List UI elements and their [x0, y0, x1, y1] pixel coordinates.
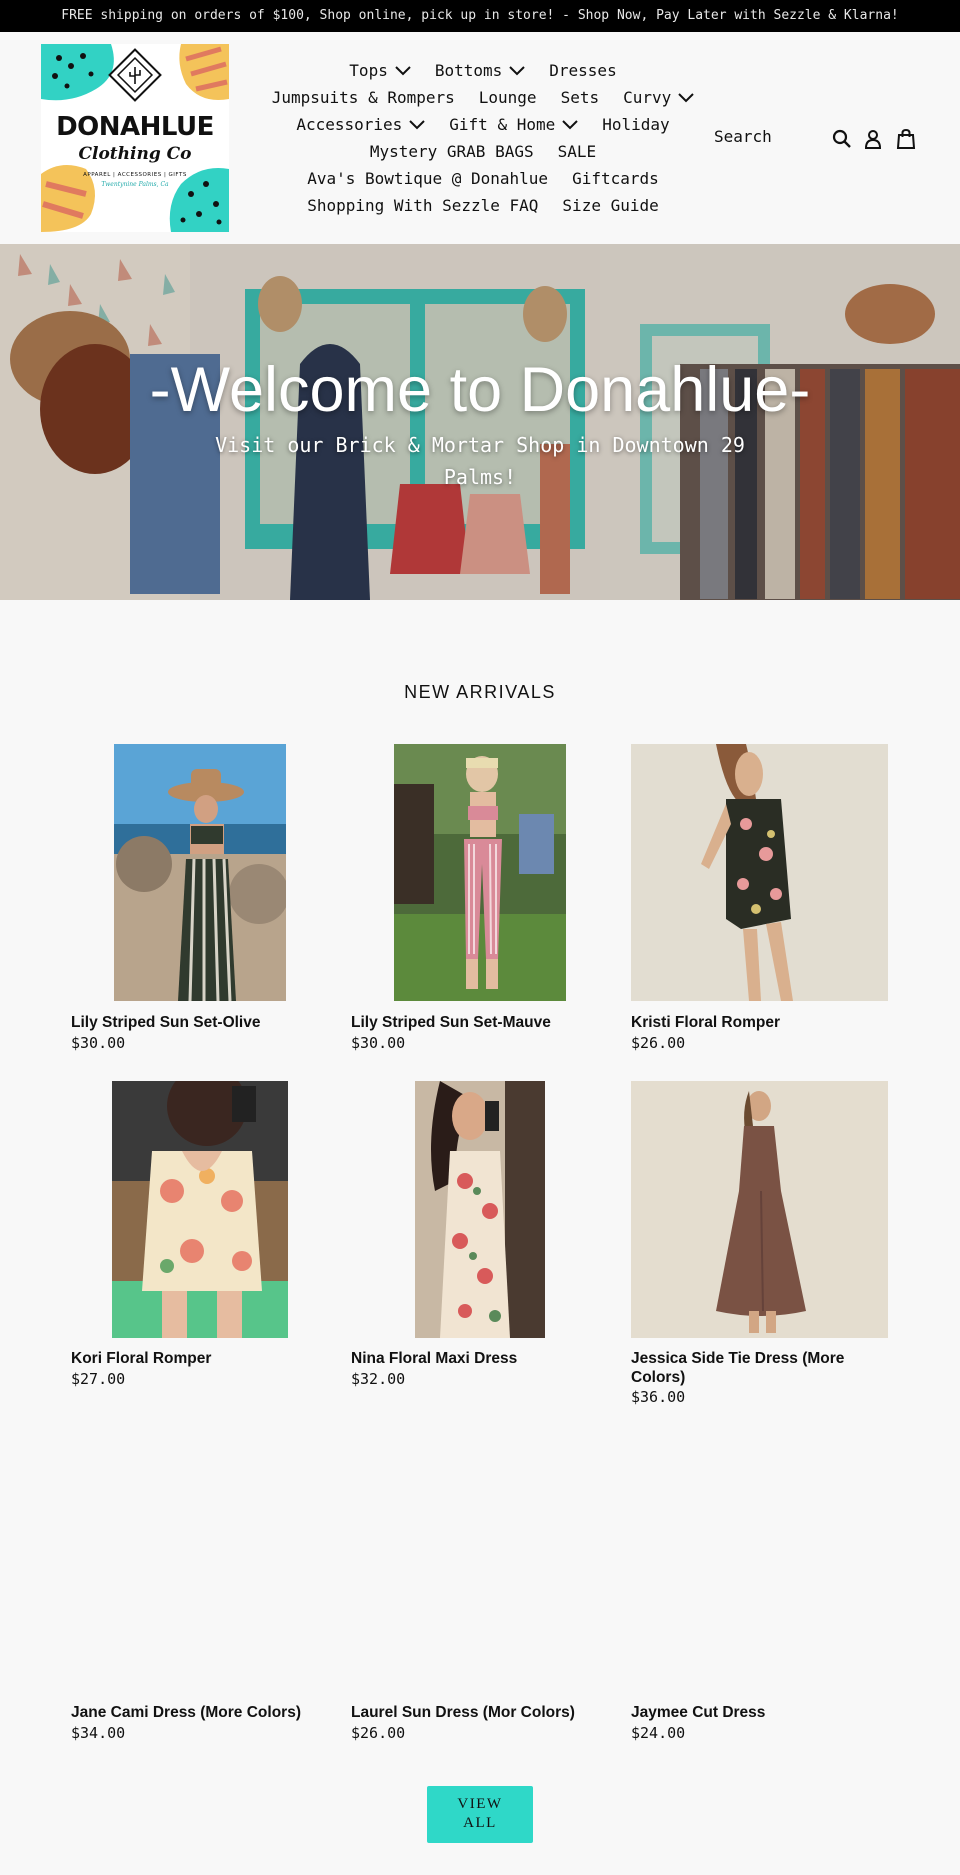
product-name[interactable]: Kori Floral Romper	[71, 1349, 321, 1368]
cart-icon[interactable]	[895, 128, 917, 150]
product-name[interactable]: Nina Floral Maxi Dress	[351, 1349, 601, 1368]
search-link[interactable]: Search	[714, 127, 772, 146]
nav-label: Giftcards	[572, 169, 659, 188]
nav-label: Sets	[560, 88, 600, 107]
nav-item-accessories[interactable]: Accessories	[296, 115, 425, 134]
product-image[interactable]	[112, 1081, 288, 1338]
main-navigation: Tops Bottoms Dresses Jumpsuits & Rompers…	[262, 57, 704, 219]
product-image[interactable]	[415, 1081, 545, 1338]
nav-row: Ava's Bowtique @ Donahlue Giftcards	[262, 165, 704, 192]
nav-row: Shopping With Sezzle FAQ Size Guide	[262, 192, 704, 219]
product-image[interactable]	[394, 744, 566, 1001]
nav-item-sezzle-faq[interactable]: Shopping With Sezzle FAQ	[307, 196, 538, 215]
nav-label: Curvy	[623, 88, 672, 107]
product-name[interactable]: Jane Cami Dress (More Colors)	[71, 1703, 321, 1722]
product-name[interactable]: Kristi Floral Romper	[631, 1013, 881, 1032]
nav-label: Size Guide	[562, 196, 659, 215]
product-price: $36.00	[631, 1388, 686, 1406]
nav-item-mystery-grab-bags[interactable]: Mystery GRAB BAGS	[370, 142, 534, 161]
logo-tagline: APPAREL | ACCESSORIES | GIFTS	[83, 172, 187, 178]
product-price: $26.00	[351, 1724, 406, 1742]
nav-item-bottoms[interactable]: Bottoms	[435, 61, 525, 80]
view-all-label-line1: VIEW	[457, 1796, 503, 1812]
product-name[interactable]: Lily Striped Sun Set-Olive	[71, 1013, 321, 1032]
announcement-bar[interactable]: FREE shipping on orders of $100, Shop on…	[0, 0, 960, 32]
logo-subtitle: Clothing Co	[78, 144, 192, 164]
logo-location: Twentynine Palms, Ca	[101, 181, 169, 188]
nav-label: Jumpsuits & Rompers	[271, 88, 455, 107]
nav-label: Tops	[349, 61, 388, 80]
chevron-down-icon	[509, 65, 525, 75]
product-price: $30.00	[351, 1034, 406, 1052]
nav-item-lounge[interactable]: Lounge	[479, 88, 537, 107]
nav-label: Dresses	[549, 61, 617, 80]
nav-row: Jumpsuits & Rompers Lounge Sets Curvy	[262, 84, 704, 111]
announcement-text[interactable]: FREE shipping on orders of $100, Shop on…	[61, 8, 898, 23]
nav-item-gift-home[interactable]: Gift & Home	[449, 115, 578, 134]
hero-title: -Welcome to Donahlue-	[149, 355, 811, 425]
nav-item-avas-bowtique[interactable]: Ava's Bowtique @ Donahlue	[307, 169, 548, 188]
nav-label: Accessories	[296, 115, 403, 134]
nav-item-sale[interactable]: SALE	[558, 142, 597, 161]
nav-item-size-guide[interactable]: Size Guide	[562, 196, 658, 215]
chevron-down-icon	[678, 92, 694, 102]
hero-banner[interactable]: -Welcome to Donahlue- Visit our Brick & …	[0, 244, 960, 600]
nav-label: SALE	[557, 142, 597, 161]
account-icon[interactable]	[862, 128, 884, 150]
product-price: $24.00	[631, 1724, 686, 1742]
chevron-down-icon	[395, 65, 411, 75]
view-all-label-line2: ALL	[463, 1815, 497, 1831]
nav-label: Gift & Home	[449, 115, 556, 134]
nav-item-tops[interactable]: Tops	[349, 61, 411, 80]
product-image[interactable]	[631, 1081, 888, 1338]
product-name[interactable]: Lily Striped Sun Set-Mauve	[351, 1013, 601, 1032]
product-image[interactable]	[631, 744, 888, 1001]
product-price: $26.00	[631, 1034, 686, 1052]
nav-item-giftcards[interactable]: Giftcards	[572, 169, 659, 188]
nav-item-sets[interactable]: Sets	[561, 88, 600, 107]
nav-label: Lounge	[478, 88, 537, 107]
product-price: $27.00	[71, 1370, 126, 1388]
new-arrivals-heading: NEW ARRIVALS	[404, 682, 556, 702]
nav-item-curvy[interactable]: Curvy	[623, 88, 694, 107]
product-price: $30.00	[71, 1034, 126, 1052]
nav-item-jumpsuits-rompers[interactable]: Jumpsuits & Rompers	[272, 88, 455, 107]
nav-row: Tops Bottoms Dresses	[262, 57, 704, 84]
nav-label: Mystery GRAB BAGS	[369, 142, 534, 161]
chevron-down-icon	[562, 119, 578, 129]
nav-row: Accessories Gift & Home Holiday	[262, 111, 704, 138]
nav-label: Shopping With Sezzle FAQ	[307, 196, 539, 215]
nav-label: Ava's Bowtique @ Donahlue	[307, 169, 549, 188]
search-icon[interactable]	[831, 128, 853, 150]
nav-row: Mystery GRAB BAGS SALE	[262, 138, 704, 165]
nav-item-dresses[interactable]: Dresses	[549, 61, 616, 80]
chevron-down-icon	[409, 119, 425, 129]
product-name[interactable]: Laurel Sun Dress (Mor Colors)	[351, 1703, 601, 1722]
hero-subtitle: Visit our Brick & Mortar Shop in Downtow…	[215, 433, 745, 489]
product-price: $32.00	[351, 1370, 406, 1388]
store-logo[interactable]: DONAHLUE Clothing Co APPAREL | ACCESSORI…	[41, 44, 229, 232]
logo-wordmark: DONAHLUE	[56, 112, 214, 142]
product-image[interactable]	[114, 744, 286, 1001]
product-name[interactable]: Jessica Side Tie Dress (More Colors)	[631, 1349, 881, 1387]
nav-label: Bottoms	[434, 61, 503, 80]
product-name[interactable]: Jaymee Cut Dress	[631, 1703, 881, 1722]
nav-item-holiday[interactable]: Holiday	[602, 115, 669, 134]
product-price: $34.00	[71, 1724, 126, 1742]
view-all-button[interactable]: VIEW ALL	[427, 1786, 533, 1843]
nav-label: Holiday	[602, 115, 670, 134]
